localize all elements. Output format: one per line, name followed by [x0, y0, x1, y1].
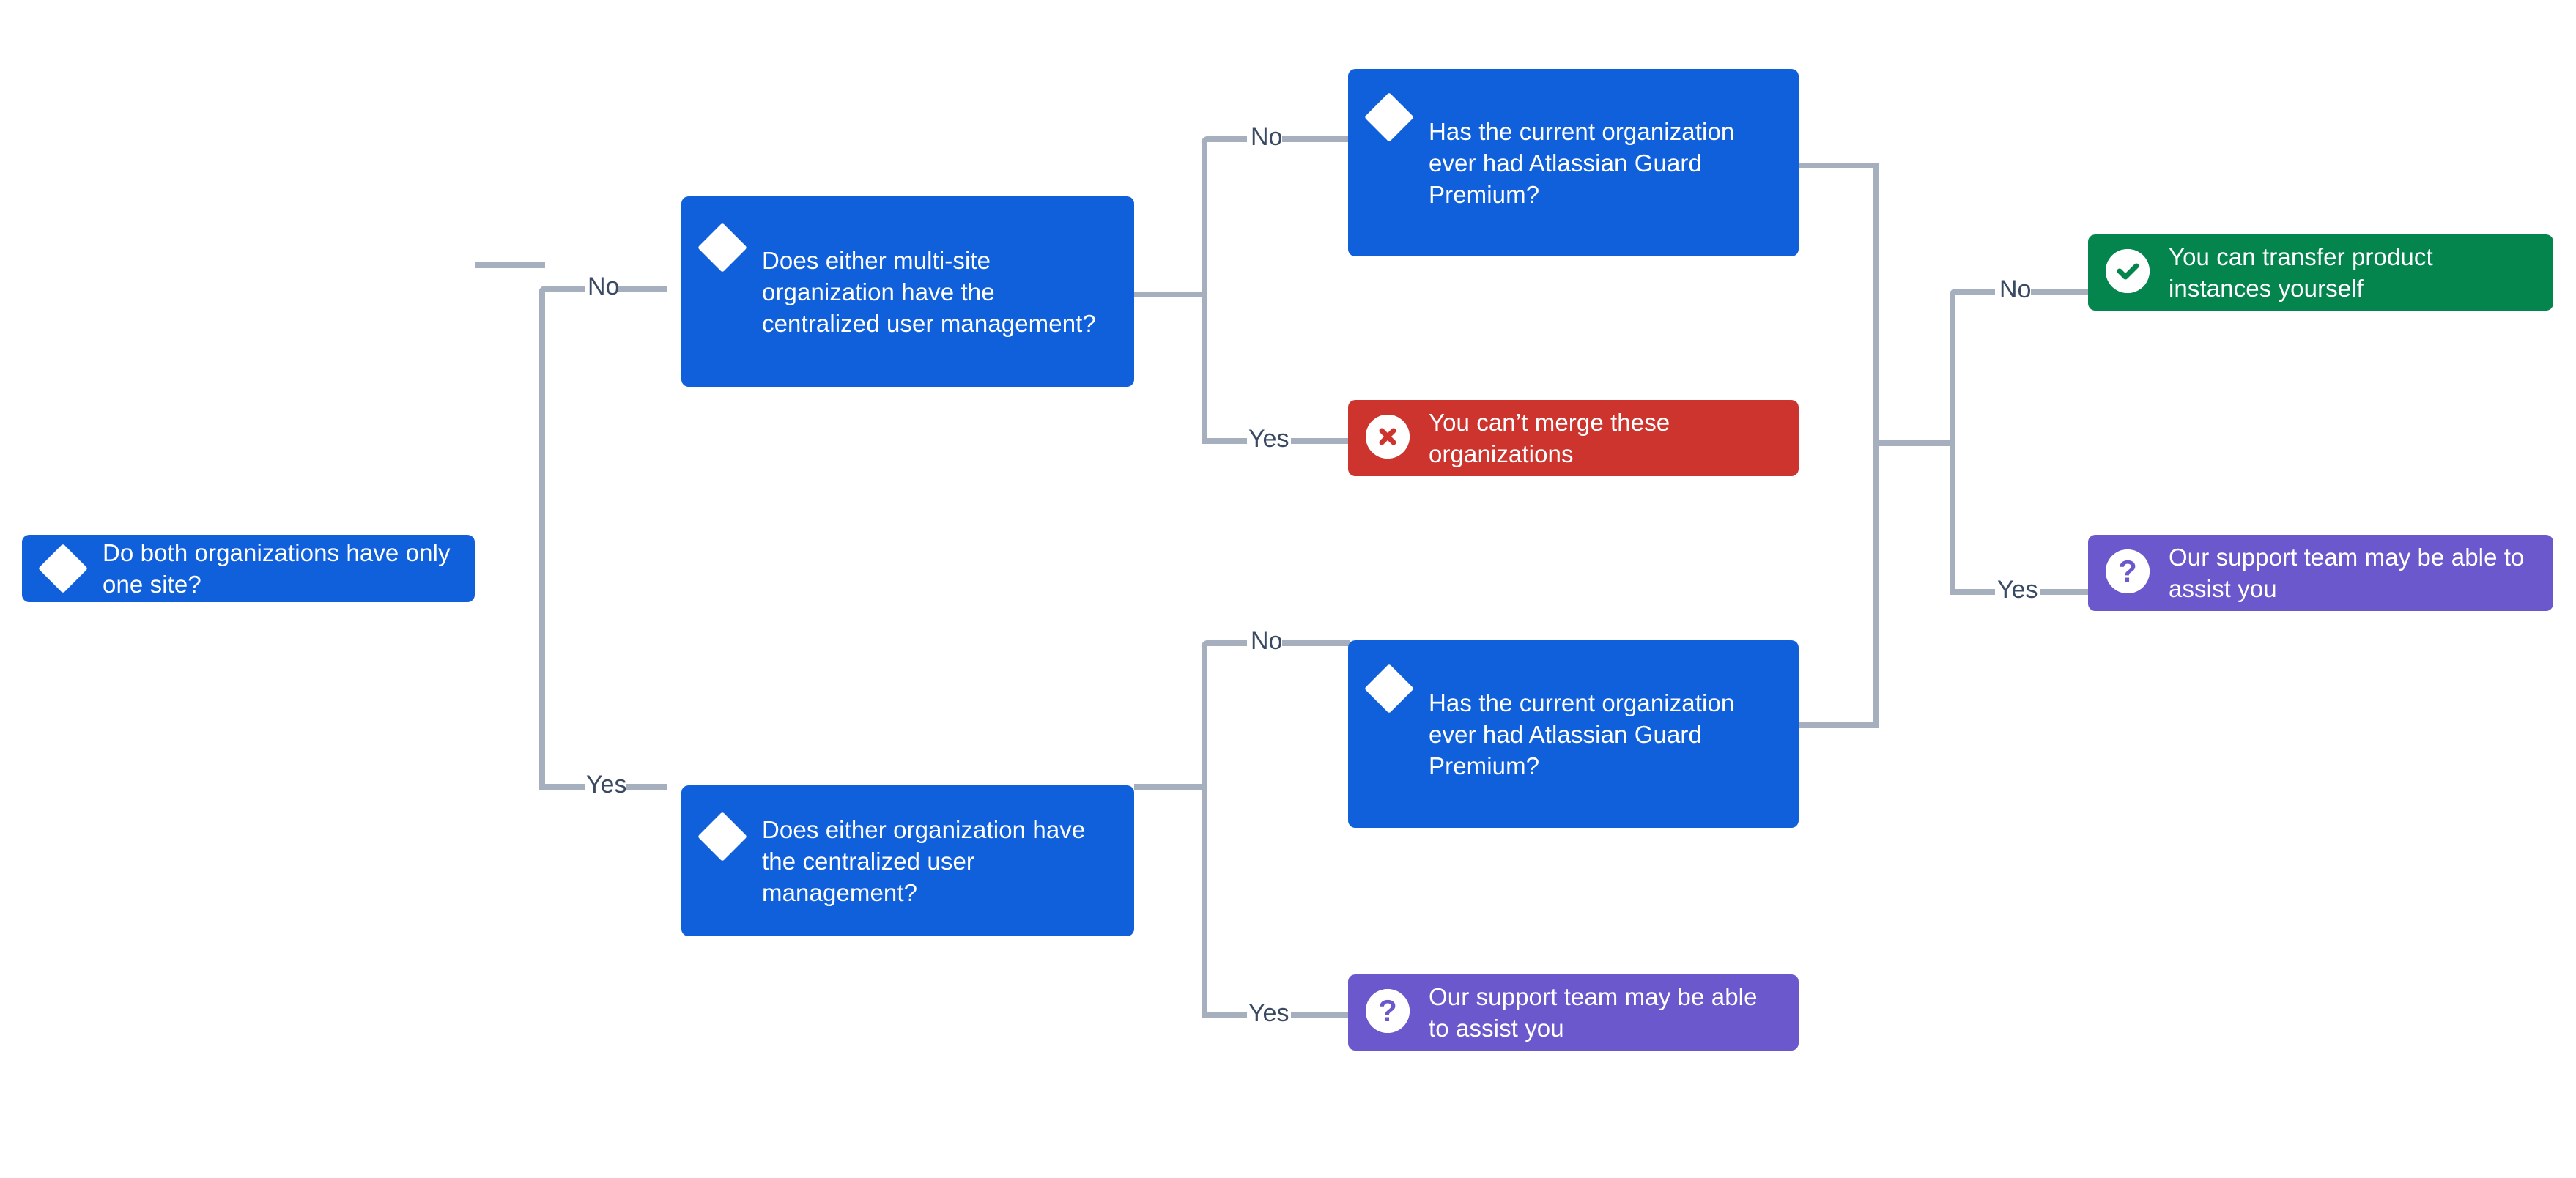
- edge-outcome-yes-arm: [1950, 589, 1995, 595]
- edge-label-single-yes: Yes: [1248, 999, 1289, 1027]
- node-support-bottom-outcome[interactable]: ? Our support team may be able to assist…: [1348, 974, 1799, 1051]
- node-guard-premium-bottom-decision[interactable]: Has the current organization ever had At…: [1348, 640, 1799, 828]
- node-guard-premium-top-decision[interactable]: Has the current organization ever had At…: [1348, 69, 1799, 256]
- node-cannot-merge-outcome[interactable]: You can’t merge these organizations: [1348, 400, 1799, 476]
- edge-label-root-no: No: [588, 273, 620, 300]
- node-root-decision[interactable]: Do both organizations have only one site…: [22, 535, 475, 602]
- question-mark-icon: ?: [1366, 989, 1413, 1036]
- edge-root-trunk: [539, 289, 545, 790]
- edge-label-root-yes: Yes: [586, 771, 627, 799]
- edge-label-guard-no: No: [1999, 275, 2032, 303]
- check-circle-icon: [2106, 249, 2153, 296]
- edge-outcome-no-arm2: [2031, 289, 2090, 294]
- edge-root-yes-arm2: [626, 784, 667, 790]
- edge-guardtop-stub: [1799, 163, 1879, 168]
- edge-single-stub: [1134, 784, 1207, 790]
- edge-multisite-yes-arm2: [1291, 438, 1350, 444]
- edge-single-trunk: [1202, 643, 1207, 1018]
- edge-multisite-no-arm: [1202, 136, 1247, 142]
- edge-label-multisite-no: No: [1251, 123, 1283, 151]
- edge-multisite-no-arm2: [1282, 136, 1350, 142]
- node-support-right-label: Our support team may be able to assist y…: [2169, 544, 2525, 602]
- svg-text:?: ?: [1378, 993, 1397, 1028]
- edge-root-yes-arm: [539, 784, 585, 790]
- error-cross-icon: [1366, 415, 1413, 462]
- edge-label-single-no: No: [1251, 627, 1283, 655]
- edge-root-no-arm: [539, 286, 585, 292]
- flowchart-canvas: No Yes No Yes No Yes No Yes Do both orga…: [0, 0, 2576, 1178]
- edge-multisite-stub: [1134, 292, 1207, 297]
- question-mark-icon: ?: [2106, 549, 2153, 596]
- node-single-cum-decision[interactable]: Does either organization have the centra…: [681, 785, 1134, 936]
- edge-guard-merge-out: [1873, 440, 1955, 446]
- diamond-icon: [697, 223, 747, 273]
- node-guard-premium-top-label: Has the current organization ever had At…: [1429, 117, 1735, 208]
- node-guard-premium-bottom-label: Has the current organization ever had At…: [1429, 689, 1735, 779]
- edge-root-no-arm2: [618, 286, 667, 292]
- svg-text:?: ?: [2118, 554, 2137, 588]
- edge-outcome-no-arm: [1950, 289, 1995, 294]
- edge-multisite-yes-arm: [1202, 438, 1247, 444]
- edge-label-multisite-yes: Yes: [1248, 425, 1289, 453]
- node-support-bottom-label: Our support team may be able to assist y…: [1429, 983, 1758, 1042]
- edge-outcome-trunk: [1950, 292, 1955, 595]
- edge-single-yes-arm2: [1291, 1012, 1350, 1018]
- node-root-label: Do both organizations have only one site…: [103, 539, 451, 598]
- edge-single-no-arm: [1202, 640, 1247, 646]
- diamond-icon: [697, 812, 747, 862]
- node-single-cum-label: Does either organization have the centra…: [762, 815, 1086, 906]
- edge-single-no-arm2: [1282, 640, 1350, 646]
- node-multisite-cum-decision[interactable]: Does either multi-site organization have…: [681, 196, 1134, 387]
- edge-outcome-yes-arm2: [2040, 589, 2090, 595]
- edge-guardbottom-stub: [1799, 722, 1879, 728]
- diamond-icon: [38, 544, 88, 593]
- node-cannot-merge-label: You can’t merge these organizations: [1429, 409, 1670, 467]
- diamond-icon: [1364, 664, 1414, 714]
- diamond-icon: [1364, 92, 1414, 142]
- edge-multisite-trunk: [1202, 139, 1207, 444]
- node-support-right-outcome[interactable]: ? Our support team may be able to assist…: [2088, 535, 2553, 611]
- node-multisite-cum-label: Does either multi-site organization have…: [762, 246, 1096, 337]
- edge-single-yes-arm: [1202, 1012, 1247, 1018]
- edge-label-guard-yes: Yes: [1997, 576, 2038, 604]
- node-transfer-yourself-label: You can transfer product instances yours…: [2169, 243, 2433, 302]
- edge-root-stub: [475, 262, 545, 268]
- node-transfer-yourself-outcome[interactable]: You can transfer product instances yours…: [2088, 234, 2553, 311]
